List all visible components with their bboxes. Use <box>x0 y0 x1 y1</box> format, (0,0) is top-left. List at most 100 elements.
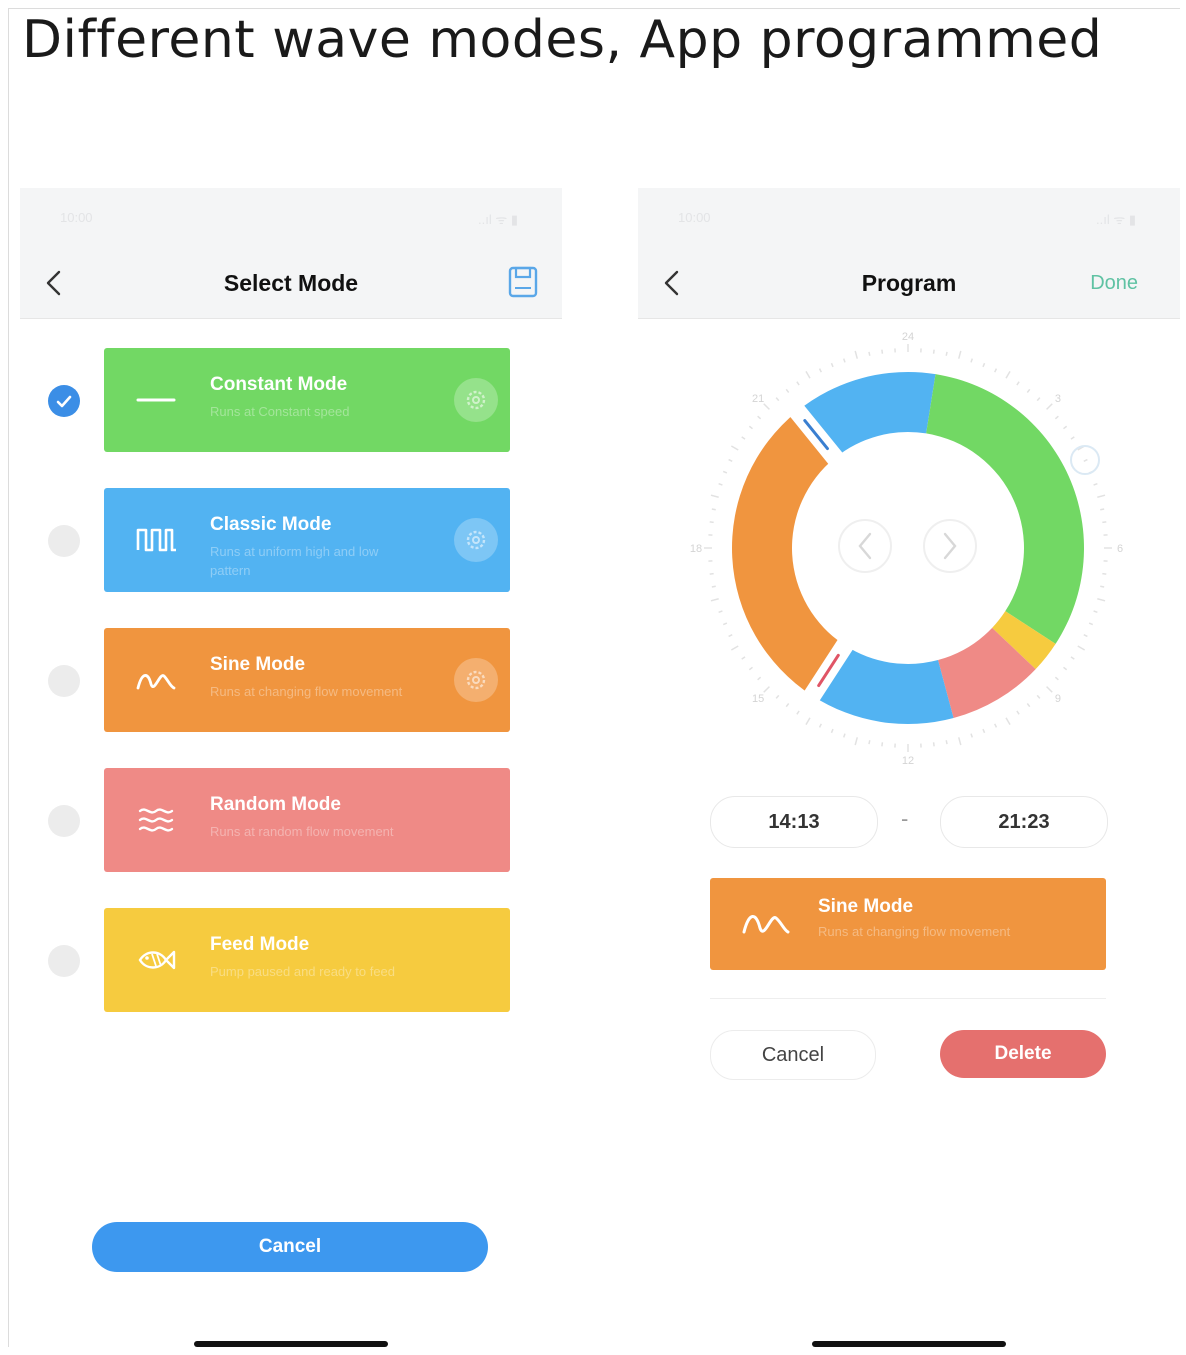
previous-segment-icon[interactable] <box>838 519 892 573</box>
dial-tick <box>728 458 733 462</box>
select-mode-screen: 10:00 ..ıl ᯤ ▮ Select Mode Constant Mode… <box>20 188 562 1347</box>
dial-tick <box>710 598 719 602</box>
status-icons: ..ıl ᯤ ▮ <box>478 212 518 227</box>
dial-tick <box>1016 381 1020 386</box>
fish-icon <box>134 942 178 978</box>
dial-tick <box>994 368 998 373</box>
dial-tick <box>710 494 719 498</box>
dial-tick <box>1070 436 1075 440</box>
page-title: Select Mode <box>223 270 359 296</box>
dial-tick <box>843 733 846 738</box>
mode-card-random[interactable]: Random Mode Runs at random flow movement <box>104 768 510 872</box>
status-time: 10:00 <box>678 210 711 225</box>
dial-tick <box>1005 717 1011 726</box>
dial-tick <box>1026 388 1031 393</box>
dial-tick <box>730 645 739 651</box>
save-icon[interactable] <box>508 266 538 298</box>
dial-hour-label: 21 <box>752 393 764 405</box>
home-indicator <box>194 1341 388 1347</box>
mode-card-sine[interactable]: Sine Mode Runs at changing flow movement <box>104 628 510 732</box>
end-time-field[interactable]: 21:23 <box>940 796 1108 848</box>
dial-tick <box>718 610 723 613</box>
square-wave-icon <box>134 522 178 558</box>
dial-tick <box>1083 634 1088 638</box>
dial-tick <box>868 740 871 745</box>
dial-tick <box>932 742 935 747</box>
dial-tick <box>1077 645 1086 651</box>
mode-radio-classic[interactable] <box>48 525 80 557</box>
done-button[interactable]: Done <box>1090 272 1138 295</box>
frame-border-top <box>8 8 1180 9</box>
mode-name: Feed Mode <box>210 934 310 955</box>
dial-tick <box>868 351 871 356</box>
mode-description: Runs at changing flow movement <box>818 924 1011 939</box>
dial-tick <box>711 508 716 511</box>
mode-radio-feed[interactable] <box>48 945 80 977</box>
dial-tick <box>1097 494 1106 498</box>
dial-tick <box>843 358 846 363</box>
mode-name: Random Mode <box>210 794 341 815</box>
settings-gear-icon[interactable] <box>454 658 498 702</box>
settings-gear-icon[interactable] <box>454 518 498 562</box>
dial-tick <box>741 656 746 660</box>
mode-name: Constant Mode <box>210 374 348 395</box>
dial-hour-label: 9 <box>1055 693 1061 705</box>
dial-tick <box>785 703 790 708</box>
divider <box>710 998 1106 999</box>
dial-tick <box>728 634 733 638</box>
mode-card-feed[interactable]: Feed Mode Pump paused and ready to feed <box>104 908 510 1012</box>
dial-tick <box>748 666 753 671</box>
mode-card-constant[interactable]: Constant Mode Runs at Constant speed <box>104 348 510 452</box>
status-time: 10:00 <box>60 210 93 225</box>
dial-tick <box>932 349 935 354</box>
dial-hour-label: 18 <box>690 543 702 555</box>
program-screen: 10:00 ..ıl ᯤ ▮ Program Done 3 6 9 12 15 18 21 2… <box>638 188 1180 1347</box>
page-headline: Different wave modes, App programmed <box>22 10 1103 70</box>
schedule-dial[interactable]: 3 6 9 12 15 18 21 24 <box>688 328 1128 768</box>
next-segment-icon[interactable] <box>923 519 977 573</box>
mode-radio-random[interactable] <box>48 805 80 837</box>
dial-tick <box>958 737 962 746</box>
dial-tick <box>741 436 746 440</box>
dial-tick <box>785 388 790 393</box>
dial-tick <box>796 710 800 715</box>
dial-tick <box>1083 458 1088 462</box>
dial-tick <box>730 445 739 451</box>
dial-tick <box>970 358 973 363</box>
schedule-ring[interactable]: 3 6 9 12 15 18 21 24 <box>688 328 1128 768</box>
dial-tick <box>945 351 948 356</box>
dial-tick <box>805 370 811 379</box>
dial-tick <box>1063 666 1068 671</box>
dial-tick <box>1097 598 1106 602</box>
cancel-button[interactable]: Cancel <box>92 1222 488 1272</box>
start-time-field[interactable]: 14:13 <box>710 796 878 848</box>
delete-button[interactable]: Delete <box>940 1030 1106 1078</box>
mode-card-classic[interactable]: Classic Mode Runs at uniform high and lo… <box>104 488 510 592</box>
dial-tick <box>854 350 858 359</box>
dial-tick <box>970 733 973 738</box>
selected-mode-card[interactable]: Sine Mode Runs at changing flow movement <box>710 878 1106 970</box>
nav-bar: Select Mode <box>20 248 562 319</box>
mode-row-feed: Feed Mode Pump paused and ready to feed <box>20 908 562 1012</box>
mode-radio-constant[interactable] <box>48 385 80 417</box>
dial-tick <box>830 362 834 368</box>
cancel-button[interactable]: Cancel <box>710 1030 876 1080</box>
dial-tick <box>757 676 762 681</box>
dial-tick <box>775 694 780 699</box>
mode-row-sine: Sine Mode Runs at changing flow movement <box>20 628 562 732</box>
dial-tick <box>982 362 986 368</box>
mode-radio-sine[interactable] <box>48 665 80 697</box>
settings-gear-icon[interactable] <box>454 378 498 422</box>
dial-tick <box>830 728 834 734</box>
dial-tick <box>982 728 986 734</box>
status-bar: 10:00 ..ıl ᯤ ▮ <box>20 188 562 248</box>
dial-tick <box>711 585 716 588</box>
dial-tick <box>1016 710 1020 715</box>
dial-tick <box>1054 415 1059 420</box>
dial-tick <box>881 349 884 354</box>
dial-tick <box>722 470 728 474</box>
status-icons: ..ıl ᯤ ▮ <box>1096 212 1136 227</box>
dial-tick <box>709 572 714 575</box>
dial-tick <box>748 425 753 430</box>
dial-tick <box>881 742 884 747</box>
